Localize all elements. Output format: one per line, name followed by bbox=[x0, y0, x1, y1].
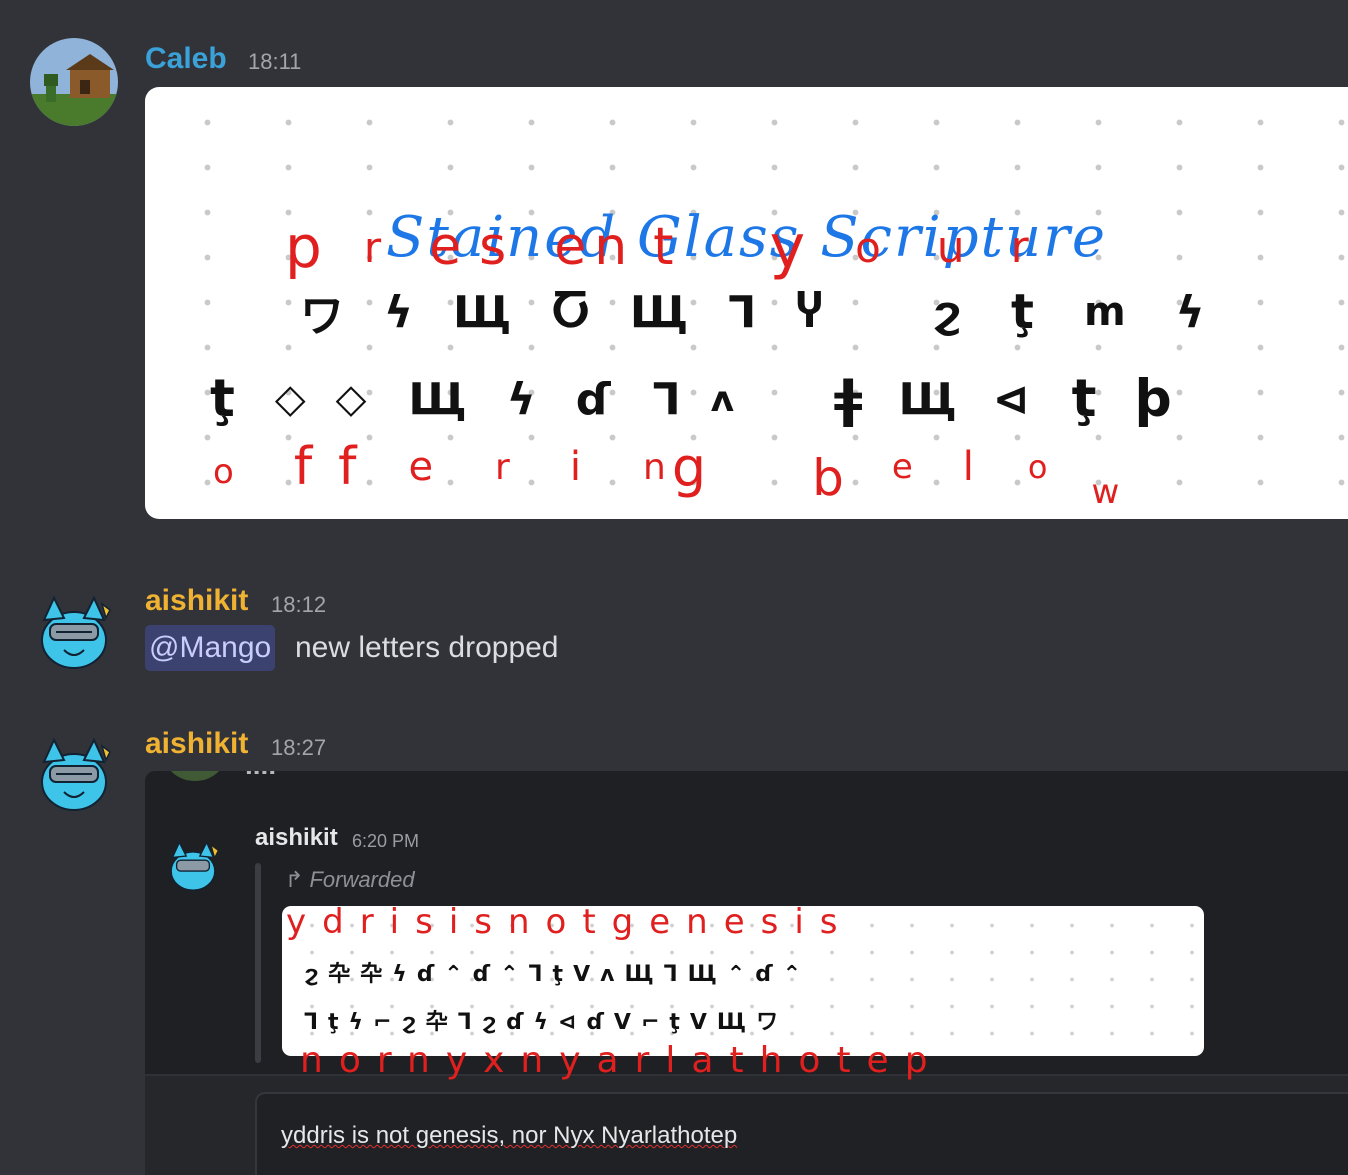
forwarded-image[interactable]: ydrisisnotgenesis ϩ卆卆ϟɗ⌃ɗ⌃ꞀţⴸʌЩꞀЩ⌃ɗ⌃ Ꞁţϟ… bbox=[282, 906, 1204, 1056]
latin-letter: b bbox=[812, 449, 844, 507]
script-glyph: Ꞁ bbox=[728, 286, 757, 338]
avatar-aishikit[interactable] bbox=[30, 732, 118, 820]
glyph-row-2: ţ ◇ ◇ Щ ϟ ɗ Ꞁ ʌ ǂ Щ ⊲ ţ ϸ bbox=[210, 367, 1172, 431]
latin-letter: n bbox=[642, 446, 666, 488]
latin-letter: o bbox=[213, 452, 234, 492]
script-glyph: ţ bbox=[210, 369, 235, 429]
script-glyph: ǂ bbox=[834, 369, 863, 429]
script-glyph: ◇ bbox=[335, 376, 367, 422]
latin-letter: r bbox=[495, 446, 510, 488]
attached-image[interactable]: Stained Glass Scripture p r e s e n t y … bbox=[145, 87, 1348, 519]
script-glyph: Щ bbox=[408, 373, 467, 425]
latin-letter: o bbox=[1027, 448, 1048, 486]
script-glyph: ⅿ bbox=[1083, 289, 1126, 335]
script-glyph: ϟ bbox=[384, 286, 414, 338]
timestamp: 18:12 bbox=[271, 592, 327, 617]
forward-bar bbox=[255, 863, 261, 1063]
latin-letter: y bbox=[769, 212, 806, 282]
script-glyph: ◇ bbox=[274, 376, 306, 422]
script-glyph: ϩ bbox=[932, 286, 961, 338]
script-glyph: Щ bbox=[898, 373, 957, 425]
script-glyph: Щ bbox=[629, 286, 689, 338]
minecraft-house-icon bbox=[30, 38, 118, 126]
script-glyph: ţ bbox=[1010, 284, 1034, 340]
latin-letter: o bbox=[855, 222, 881, 272]
input-text: yddris is not genesis, nor Nyx Nyarlatho… bbox=[281, 1122, 738, 1149]
username-aishikit[interactable]: aishikit bbox=[145, 584, 248, 618]
script-glyph: Ⴤ bbox=[796, 286, 823, 338]
script-glyph: Ꞁ bbox=[652, 373, 681, 425]
script-glyph: Щ bbox=[453, 286, 512, 338]
forward-avatar bbox=[163, 837, 223, 897]
latin-letter: i bbox=[569, 444, 581, 490]
forwarded-label: Forwarded bbox=[309, 867, 415, 892]
latin-letter: s bbox=[479, 217, 507, 277]
username-caleb[interactable]: Caleb bbox=[145, 42, 227, 76]
blue-cat-knight-icon bbox=[30, 732, 118, 820]
latin-letter: g bbox=[671, 435, 707, 499]
latin-letter: u bbox=[936, 221, 965, 273]
blue-cat-knight-icon bbox=[30, 590, 118, 678]
latin-letter: r bbox=[1010, 221, 1029, 273]
latin-row-1: p r e s e n t y o u r bbox=[285, 212, 1029, 282]
forwarded-label-row: ↱ Forwarded bbox=[285, 867, 415, 893]
glyph-row-1: ワ ϟ Щ Ⴀ Щ Ꞁ Ⴤ ϩ ţ ⅿ ϟ bbox=[300, 282, 1205, 342]
latin-letter: e bbox=[554, 217, 587, 277]
latin-line-bottom: nornyxnyarlathotep bbox=[300, 1040, 944, 1081]
forwarded-message-input: yddris is not genesis, nor Nyx Nyarlatho… bbox=[255, 1092, 1348, 1175]
timestamp: 18:11 bbox=[248, 49, 302, 74]
script-glyph: ţ bbox=[1071, 369, 1097, 429]
avatar-aishikit[interactable] bbox=[30, 590, 118, 678]
script-glyph: ⊲ bbox=[992, 373, 1030, 425]
forward-arrow-icon: ↱ bbox=[285, 867, 304, 892]
latin-letter: l bbox=[962, 444, 974, 490]
latin-letter: n bbox=[594, 217, 628, 277]
timestamp: 18:27 bbox=[271, 735, 327, 760]
latin-letter: r bbox=[363, 222, 382, 272]
username-aishikit[interactable]: aishikit bbox=[145, 727, 248, 761]
latin-line-top: ydrisisnotgenesis bbox=[286, 906, 854, 942]
script-glyph: ɗ bbox=[575, 373, 611, 425]
latin-letter: e bbox=[408, 444, 434, 490]
latin-letter: p bbox=[285, 213, 322, 281]
cut-off-avatar bbox=[165, 771, 225, 781]
latin-letter: e bbox=[891, 447, 913, 487]
latin-letter: e bbox=[429, 217, 462, 277]
blue-cat-knight-icon bbox=[170, 840, 218, 891]
glyph-line-1: ϩ卆卆ϟɗ⌃ɗ⌃ꞀţⴸʌЩꞀЩ⌃ɗ⌃ bbox=[304, 962, 812, 987]
latin-letter: f bbox=[338, 437, 357, 497]
script-glyph: ϟ bbox=[506, 373, 536, 425]
user-mention[interactable]: @Mango bbox=[145, 625, 276, 671]
script-glyph: Ⴀ bbox=[551, 286, 590, 338]
script-glyph: ϟ bbox=[1175, 286, 1205, 338]
glyph-line-2: Ꞁţϟ⌐ϩ卆Ꞁϩɗϟ⊲ɗⴸ⌐ţⴸЩワ bbox=[304, 1010, 789, 1035]
latin-letter: w bbox=[1091, 472, 1120, 512]
latin-row-2: o f f e r i n g b e l o w bbox=[213, 427, 1119, 513]
latin-letter: t bbox=[653, 217, 674, 277]
script-glyph: ワ bbox=[300, 291, 344, 342]
avatar-caleb[interactable] bbox=[30, 38, 118, 126]
forward-timestamp: 6:20 PM bbox=[352, 831, 420, 851]
latin-letter: f bbox=[293, 437, 313, 497]
script-glyph: ϸ bbox=[1134, 369, 1172, 429]
forward-username: aishikit bbox=[255, 824, 338, 851]
message-text: new letters dropped bbox=[295, 631, 559, 664]
cut-off-text: .... bbox=[245, 771, 276, 781]
script-glyph: ʌ bbox=[710, 378, 735, 420]
